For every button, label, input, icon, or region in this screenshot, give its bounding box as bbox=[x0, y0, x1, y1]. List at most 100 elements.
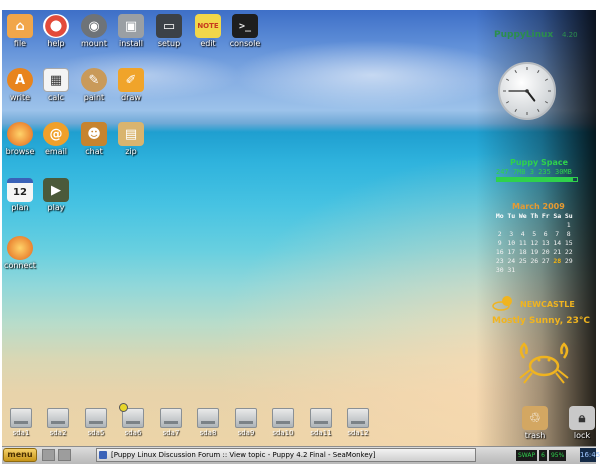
calendar-day: 4 bbox=[520, 230, 525, 238]
partly-sunny-icon bbox=[492, 295, 516, 311]
calendar-icon: 12 bbox=[7, 178, 33, 202]
drive-label: sda7 bbox=[162, 429, 180, 437]
calendar-day: 14 bbox=[553, 239, 562, 247]
weather-city: NEWCASTLE bbox=[520, 300, 575, 309]
desktop-icon-connect[interactable]: connect bbox=[2, 236, 42, 270]
hard-drive-icon bbox=[310, 408, 332, 428]
analog-clock bbox=[498, 62, 556, 120]
weekday-label: Su bbox=[564, 212, 573, 220]
taskbar-window-button[interactable]: [Puppy Linux Discussion Forum :: View to… bbox=[96, 448, 476, 462]
desktop-icon-play[interactable]: ▶ play bbox=[34, 178, 78, 212]
clock-tick bbox=[537, 108, 540, 113]
calendar-day: 3 bbox=[509, 230, 514, 238]
menu-button[interactable]: menu bbox=[3, 448, 37, 462]
calendar-day: 31 bbox=[507, 266, 516, 274]
calendar-day: 2 bbox=[497, 230, 502, 238]
drive-mount-icon: ◉ bbox=[81, 14, 107, 38]
drawing-icon: ✐ bbox=[118, 68, 144, 92]
desktop-icon-lock[interactable]: 🔒︎ lock bbox=[560, 406, 596, 440]
battery-indicator[interactable]: 95% bbox=[548, 450, 567, 461]
calendar-week-row: 16 17 18 19 20 21 22 bbox=[494, 248, 575, 257]
at-sign-icon: @ bbox=[43, 122, 69, 146]
drive-icon[interactable]: sda7 bbox=[153, 408, 189, 437]
trash-icon: ♲ bbox=[522, 406, 548, 430]
calendar-day bbox=[506, 221, 518, 230]
calendar-day bbox=[540, 221, 552, 230]
drive-icon[interactable]: sda11 bbox=[303, 408, 339, 437]
weather-description: Mostly Sunny, 23°C bbox=[492, 316, 590, 326]
terminal-icon: >_ bbox=[232, 14, 258, 38]
hard-drive-icon bbox=[160, 408, 182, 428]
puppy-space-title: Puppy Space bbox=[510, 158, 569, 167]
puppy-title: PuppyLinux bbox=[494, 30, 554, 40]
weekday-label: Tu bbox=[507, 212, 516, 220]
palette-icon: ✎ bbox=[81, 68, 107, 92]
quick-launch-icon[interactable] bbox=[42, 449, 55, 461]
desktop-icon-trash[interactable]: ♲ trash bbox=[513, 406, 557, 440]
calendar-week-row: 2345678 bbox=[494, 230, 575, 239]
clock-tick bbox=[514, 108, 517, 113]
hard-drive-icon bbox=[197, 408, 219, 428]
desktop-icon-zip[interactable]: ▤ zip bbox=[109, 122, 153, 156]
package-box-icon: ▣ bbox=[118, 14, 144, 38]
space-usage-bar bbox=[496, 177, 578, 182]
crab-logo-icon bbox=[514, 340, 574, 388]
monitor-wizard-icon: ▭ bbox=[156, 14, 182, 38]
clock-tick bbox=[505, 78, 510, 81]
swap-indicator[interactable]: SWAP bbox=[516, 450, 538, 461]
drive-icon[interactable]: sda8 bbox=[190, 408, 226, 437]
home-icon: ⌂ bbox=[7, 14, 33, 38]
calendar-day: 28 bbox=[553, 257, 562, 265]
drive-label: sda6 bbox=[124, 429, 142, 437]
screenshot-frame: ⌂ file help ◉ mount ▣ install ▭ setup NO… bbox=[0, 0, 600, 466]
icon-label: connect bbox=[4, 261, 36, 270]
calendar-day bbox=[529, 221, 541, 230]
weekday-label: Sa bbox=[553, 212, 562, 220]
clock-tick bbox=[544, 78, 549, 81]
calendar-day bbox=[563, 266, 575, 275]
drive-label: sda5 bbox=[87, 429, 105, 437]
calendar-day: 24 bbox=[507, 257, 516, 265]
quick-launch-icon[interactable] bbox=[58, 449, 71, 461]
calendar-day: 26 bbox=[530, 257, 539, 265]
calendar-day: 5 bbox=[532, 230, 537, 238]
archive-box-icon: ▤ bbox=[118, 122, 144, 146]
hard-drive-icon bbox=[119, 403, 144, 428]
drive-label: sda2 bbox=[49, 429, 67, 437]
desktop: ⌂ file help ◉ mount ▣ install ▭ setup NO… bbox=[2, 10, 596, 446]
network-globe-icon bbox=[7, 236, 33, 260]
drive-icon[interactable]: sda5 bbox=[78, 408, 114, 437]
drive-label: sda9 bbox=[237, 429, 255, 437]
drive-icon[interactable]: sda6 bbox=[115, 403, 151, 437]
calendar-day: 21 bbox=[553, 248, 562, 256]
calendar-day: 13 bbox=[541, 239, 550, 247]
drive-label: sda10 bbox=[272, 429, 294, 437]
drive-icon[interactable]: sda12 bbox=[340, 408, 376, 437]
drive-icon[interactable]: sda10 bbox=[265, 408, 301, 437]
desktop-icon-setup[interactable]: ▭ setup bbox=[147, 14, 191, 48]
taskbar-clock[interactable]: 16:45 bbox=[580, 448, 600, 462]
chat-people-icon: ☻ bbox=[81, 122, 107, 146]
puppy-space-readout: 247 7MB 3 235 30MB bbox=[496, 168, 572, 176]
icon-label: zip bbox=[125, 147, 137, 156]
weekday-label: We bbox=[518, 212, 527, 220]
media-player-icon: ▶ bbox=[43, 178, 69, 202]
calendar-day: 19 bbox=[530, 248, 539, 256]
tray-indicator[interactable]: 6 bbox=[539, 450, 547, 461]
mounted-indicator-icon bbox=[119, 403, 128, 412]
hard-drive-icon bbox=[347, 408, 369, 428]
desktop-icon-draw[interactable]: ✐ draw bbox=[109, 68, 153, 102]
desktop-icon-console[interactable]: >_ console bbox=[223, 14, 267, 48]
drive-icon[interactable]: sda1 bbox=[3, 408, 39, 437]
drive-icon[interactable]: sda9 bbox=[228, 408, 264, 437]
calendar-day: 29 bbox=[564, 257, 573, 265]
drive-icon[interactable]: sda2 bbox=[40, 408, 76, 437]
drive-label: sda1 bbox=[12, 429, 30, 437]
calendar-week-row: 1 bbox=[494, 221, 575, 230]
icon-label: play bbox=[47, 203, 65, 212]
clock-tick bbox=[514, 69, 517, 74]
taskbar: menu [Puppy Linux Discussion Forum :: Vi… bbox=[2, 446, 600, 464]
calendar-day bbox=[517, 221, 529, 230]
calendar-day: 15 bbox=[564, 239, 573, 247]
calendar-day: 17 bbox=[507, 248, 516, 256]
